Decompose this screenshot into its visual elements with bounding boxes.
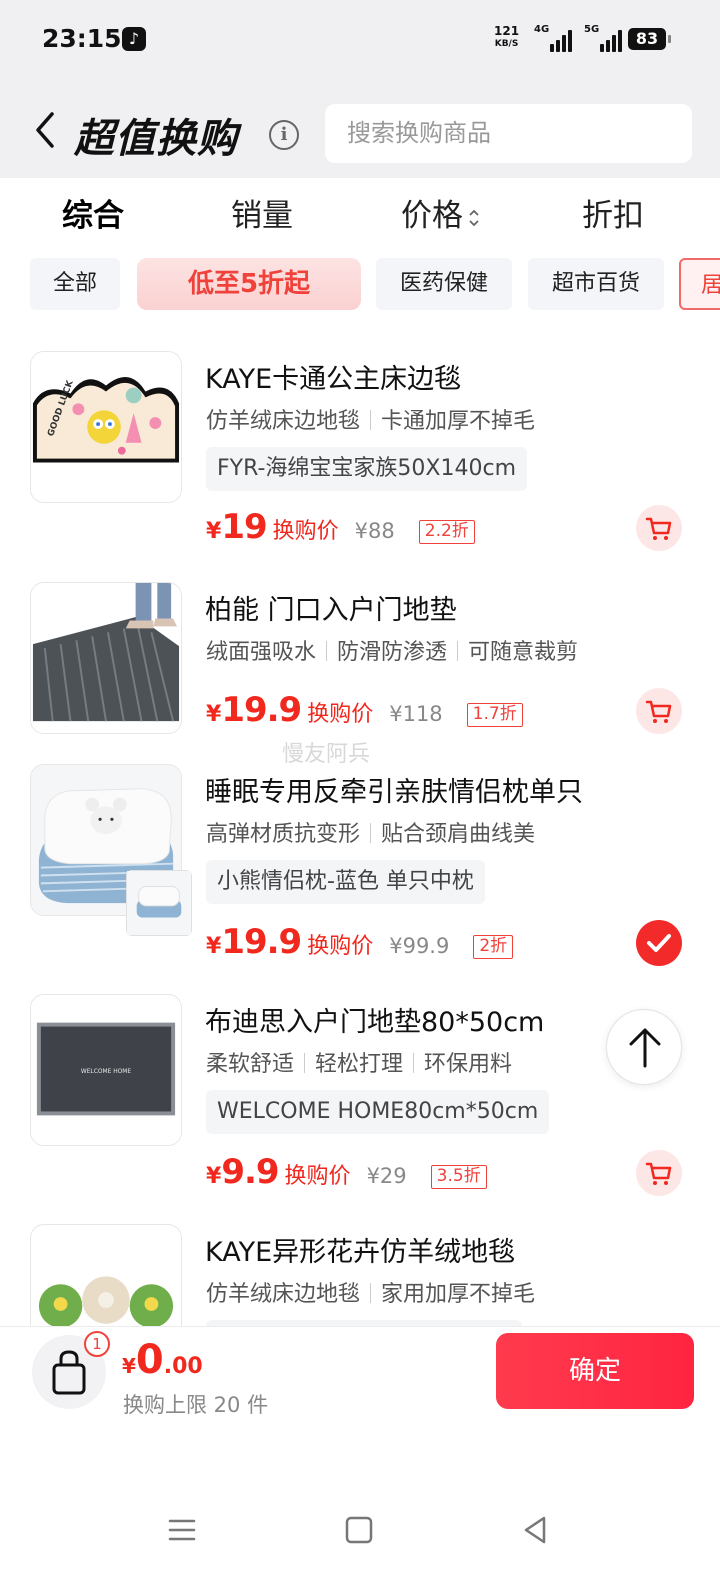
battery-icon: 83 [628, 28, 671, 50]
product-tags: 绒面强吸水 防滑防渗透 可随意裁剪 [206, 634, 578, 666]
product-tag: 家用加厚不掉毛 [381, 1282, 536, 1307]
price-row: ¥19.9 换购价 ¥99.9 2折 [206, 922, 514, 962]
search-input[interactable]: 搜索换购商品 [325, 104, 692, 163]
tiktok-notification-icon: ♪ [122, 27, 146, 51]
chip-medical[interactable]: 医药保健 [376, 258, 512, 310]
bag-count-badge: 1 [84, 1331, 110, 1357]
product-tag: 卡通加厚不掉毛 [381, 409, 536, 434]
net-speed-unit: KB/S [494, 39, 519, 49]
menu-icon[interactable] [162, 1510, 202, 1550]
selected-check-button[interactable] [636, 920, 682, 966]
add-to-cart-button[interactable] [636, 688, 682, 734]
sort-tabs: 综合 销量 价格 折扣 [0, 178, 720, 244]
product-title: 柏能 门口入户门地垫 [205, 595, 457, 626]
product-title: 睡眠专用反牵引亲肤情侣枕单只 [205, 777, 583, 808]
product-item[interactable]: GOOD LUCK KAYE卡通公主床边毯 仿羊绒床边地毯 卡通加厚不掉毛 FYR… [0, 351, 720, 581]
product-variant[interactable]: WELCOME HOME80cm*50cm [206, 1090, 550, 1134]
tab-comprehensive[interactable]: 综合 [62, 190, 124, 235]
product-tags: 高弹材质抗变形 贴合颈肩曲线美 [206, 816, 535, 848]
product-title: KAYE卡通公主床边毯 [205, 364, 462, 395]
confirm-button[interactable]: 确定 [496, 1333, 694, 1409]
original-price: ¥99.9 [389, 934, 450, 958]
back-triangle-icon[interactable] [516, 1510, 556, 1550]
original-price: ¥118 [389, 702, 443, 726]
price-label: 换购价 [307, 702, 374, 727]
product-tag: 绒面强吸水 [206, 640, 317, 665]
product-tag: 贴合颈肩曲线美 [381, 822, 536, 847]
original-price: ¥88 [354, 519, 395, 543]
home-icon[interactable] [339, 1510, 379, 1550]
discount-badge: 2.2折 [418, 520, 475, 544]
product-item[interactable]: KAYE异形花卉仿羊绒地毯 仿羊绒床边地毯 家用加厚不掉毛 [0, 1224, 720, 1326]
system-nav-bar [0, 1484, 720, 1584]
discount-badge: 1.7折 [466, 703, 523, 727]
product-tag: 仿羊绒床边地毯 [206, 409, 361, 434]
discount-badge: 2折 [473, 935, 514, 959]
chip-all[interactable]: 全部 [30, 258, 120, 310]
product-tag: 仿羊绒床边地毯 [206, 1282, 361, 1307]
price-row: ¥19.9 换购价 ¥118 1.7折 [206, 690, 523, 730]
tab-price-label: 价格 [401, 198, 463, 234]
product-tag: 可随意裁剪 [468, 640, 579, 665]
product-image[interactable] [30, 1224, 182, 1326]
chip-supermarket[interactable]: 超市百货 [528, 258, 664, 310]
category-chips: 全部 低至5折起 医药保健 超市百货 居 [0, 256, 720, 312]
product-tag: 轻松打理 [315, 1052, 404, 1077]
product-title: KAYE异形花卉仿羊绒地毯 [205, 1237, 516, 1268]
product-image[interactable]: WELCOME HOME [30, 994, 182, 1146]
product-tags: 柔软舒适 轻松打理 环保用料 [206, 1046, 512, 1078]
info-icon[interactable]: i [269, 120, 299, 150]
product-tags: 仿羊绒床边地毯 家用加厚不掉毛 [206, 1276, 535, 1308]
price-row: ¥9.9 换购价 ¥29 3.5折 [206, 1152, 487, 1192]
product-tag: 防滑防渗透 [337, 640, 448, 665]
exchange-price: ¥19 [206, 507, 268, 547]
network-speed: 121 KB/S [494, 25, 519, 51]
product-image[interactable] [30, 582, 182, 734]
price-label: 换购价 [284, 1164, 351, 1189]
price-row: ¥19 换购价 ¥88 2.2折 [206, 507, 475, 547]
exchange-price: ¥9.9 [206, 1152, 280, 1192]
product-image[interactable]: GOOD LUCK [30, 351, 182, 503]
product-tag: 高弹材质抗变形 [206, 822, 361, 847]
price-label: 换购价 [307, 934, 374, 959]
price-label: 换购价 [272, 519, 339, 544]
add-to-cart-button[interactable] [636, 505, 682, 551]
tab-sales[interactable]: 销量 [231, 190, 293, 235]
product-variant[interactable]: FYR-海绵宝宝家族50X140cm [206, 447, 528, 491]
product-title: 布迪思入户门地垫80*50cm [205, 1007, 545, 1038]
total-price: ¥0.00 [122, 1337, 203, 1383]
tab-price[interactable]: 价格 [401, 190, 481, 235]
product-tag: 环保用料 [424, 1052, 513, 1077]
exchange-limit-text: 换购上限 20 件 [123, 1393, 269, 1417]
chip-home[interactable]: 居 [679, 258, 720, 310]
status-bar: 23:15 ♪ 121 KB/S 4G 5G 83 [0, 0, 720, 82]
discount-badge: 3.5折 [430, 1165, 487, 1189]
exchange-price: ¥19.9 [206, 922, 302, 962]
product-item[interactable]: 睡眠专用反牵引亲肤情侣枕单只 高弹材质抗变形 贴合颈肩曲线美 小熊情侣枕-蓝色 单… [0, 764, 720, 994]
arrow-up-icon [629, 1028, 661, 1068]
product-tags: 仿羊绒床边地毯 卡通加厚不掉毛 [206, 403, 535, 435]
add-to-cart-button[interactable] [636, 1150, 682, 1196]
page-header: 超值换购 i 搜索换购商品 [0, 82, 720, 178]
product-variant[interactable]: 小熊情侣枕-蓝色 单只中枕 [206, 860, 485, 904]
product-tag: 柔软舒适 [206, 1052, 295, 1077]
exchange-price: ¥19.9 [206, 690, 302, 730]
product-sub-image [126, 870, 192, 936]
net-speed-value: 121 [494, 24, 520, 38]
page-title: 超值换购 [74, 116, 238, 162]
chip-promo[interactable]: 低至5折起 [137, 258, 361, 310]
sort-arrows-icon [469, 209, 479, 226]
mat-text: WELCOME HOME [81, 1069, 132, 1075]
back-arrow-icon[interactable] [30, 108, 66, 152]
check-icon [647, 934, 671, 952]
tab-discount[interactable]: 折扣 [582, 190, 644, 235]
scroll-to-top-button[interactable] [606, 1009, 682, 1085]
original-price: ¥29 [366, 1164, 407, 1188]
status-time: 23:15 [42, 24, 122, 53]
